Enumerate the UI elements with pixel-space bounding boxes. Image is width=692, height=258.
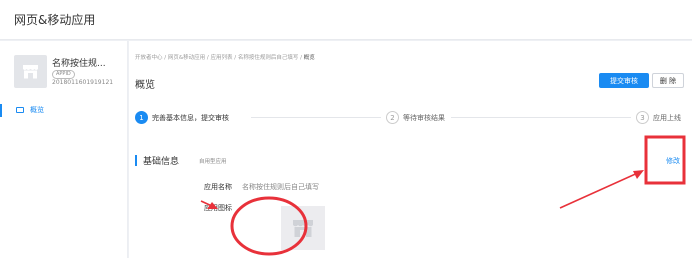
step-number: 3	[636, 111, 649, 124]
step-label: 应用上线	[653, 114, 681, 122]
step-label: 等待审核结果	[403, 114, 445, 122]
breadcrumb: 开放者中心 / 网页&移动应用 / 应用列表 / 名称按住规则后自己填写 / 概…	[135, 53, 315, 61]
sidebar-item-overview[interactable]: 概览	[0, 101, 127, 119]
page-title: 概览	[135, 80, 155, 91]
main-panel: 开放者中心 / 网页&移动应用 / 应用列表 / 名称按住规则后自己填写 / 概…	[129, 41, 692, 258]
top-bar: 网页&移动应用	[0, 0, 692, 40]
sidebar-item-label: 概览	[30, 106, 44, 114]
app-icon-label: 应用图标	[204, 204, 232, 212]
store-icon	[293, 220, 313, 237]
app-id: 2018011601919121	[52, 79, 114, 86]
app-name-value: 名称按住规则后自己填写	[242, 183, 319, 191]
active-marker	[0, 104, 2, 117]
sidebar: 名称按住规... APPID 2018011601919121 概览	[0, 41, 128, 258]
step-label: 完善基本信息，提交审核	[152, 114, 229, 122]
section-subtitle: 自用型应用	[199, 159, 227, 165]
section-title: 基础信息	[143, 157, 180, 167]
edit-link[interactable]: 修改	[666, 156, 680, 166]
app-name-label: 应用名称	[204, 183, 232, 191]
section-bar	[135, 155, 137, 166]
app-section-title: 网页&移动应用	[14, 13, 96, 27]
breadcrumb-current: 概览	[303, 55, 315, 61]
step-number: 1	[135, 111, 148, 124]
app-icon-preview	[281, 206, 325, 250]
app-icon	[14, 55, 47, 88]
monitor-icon	[16, 107, 24, 113]
store-icon	[23, 65, 38, 79]
appid-badge: APPID	[52, 70, 75, 79]
delete-button[interactable]: 删 除	[652, 73, 684, 88]
breadcrumb-path[interactable]: 开放者中心 / 网页&移动应用 / 应用列表 / 名称按住规则后自己填写 /	[135, 55, 304, 61]
step-connector	[251, 117, 381, 118]
step-connector	[451, 117, 631, 118]
app-card[interactable]: 名称按住规... APPID 2018011601919121	[14, 53, 122, 93]
step-number: 2	[386, 111, 399, 124]
app-name: 名称按住规...	[52, 59, 106, 69]
submit-review-button[interactable]: 提交审核	[599, 73, 649, 88]
